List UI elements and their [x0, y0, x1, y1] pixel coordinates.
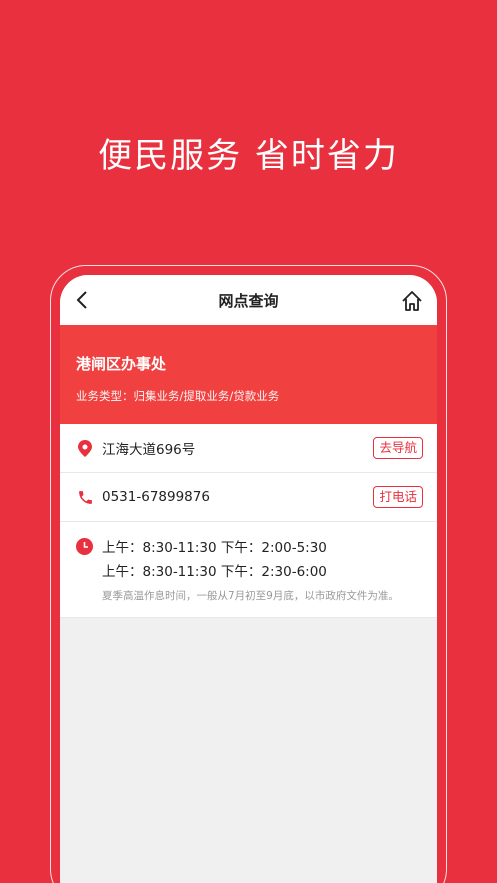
phone-icon — [76, 488, 94, 506]
hours-note: 夏季高温作息时间，一般从7月初至9月底，以市政府文件为准。 — [102, 590, 399, 602]
phone-text: 0531-67899876 — [102, 489, 210, 505]
hours-line-2: 上午：8:30-11:30 下午：2:30-6:00 — [102, 564, 327, 580]
call-button[interactable]: 打电话 — [373, 486, 423, 508]
slogan-text: 便民服务 省时省力 — [98, 136, 399, 176]
hours-section: 上午：8:30-11:30 下午：2:00-5:30 上午：8:30-11:30… — [60, 522, 437, 618]
app-screen: 网点查询 港闸区办事处 业务类型：归集业务/提取业务/贷款业务 江海大道696号… — [60, 275, 437, 883]
phone-row: 0531-67899876 打电话 — [60, 473, 437, 522]
address-row: 江海大道696号 去导航 — [60, 424, 437, 473]
branch-banner: 港闸区办事处 业务类型：归集业务/提取业务/贷款业务 — [60, 325, 437, 424]
location-pin-icon — [76, 439, 94, 457]
chevron-left-icon[interactable] — [72, 289, 94, 311]
business-type: 业务类型：归集业务/提取业务/贷款业务 — [76, 389, 280, 403]
hours-line-1: 上午：8:30-11:30 下午：2:00-5:30 — [102, 540, 327, 556]
branch-name: 港闸区办事处 — [76, 355, 167, 373]
top-navigation-bar: 网点查询 — [60, 275, 437, 325]
home-icon[interactable] — [401, 290, 423, 312]
clock-icon — [76, 538, 94, 556]
page-title: 网点查询 — [218, 291, 279, 310]
navigate-button[interactable]: 去导航 — [373, 437, 423, 459]
address-text: 江海大道696号 — [102, 442, 196, 458]
